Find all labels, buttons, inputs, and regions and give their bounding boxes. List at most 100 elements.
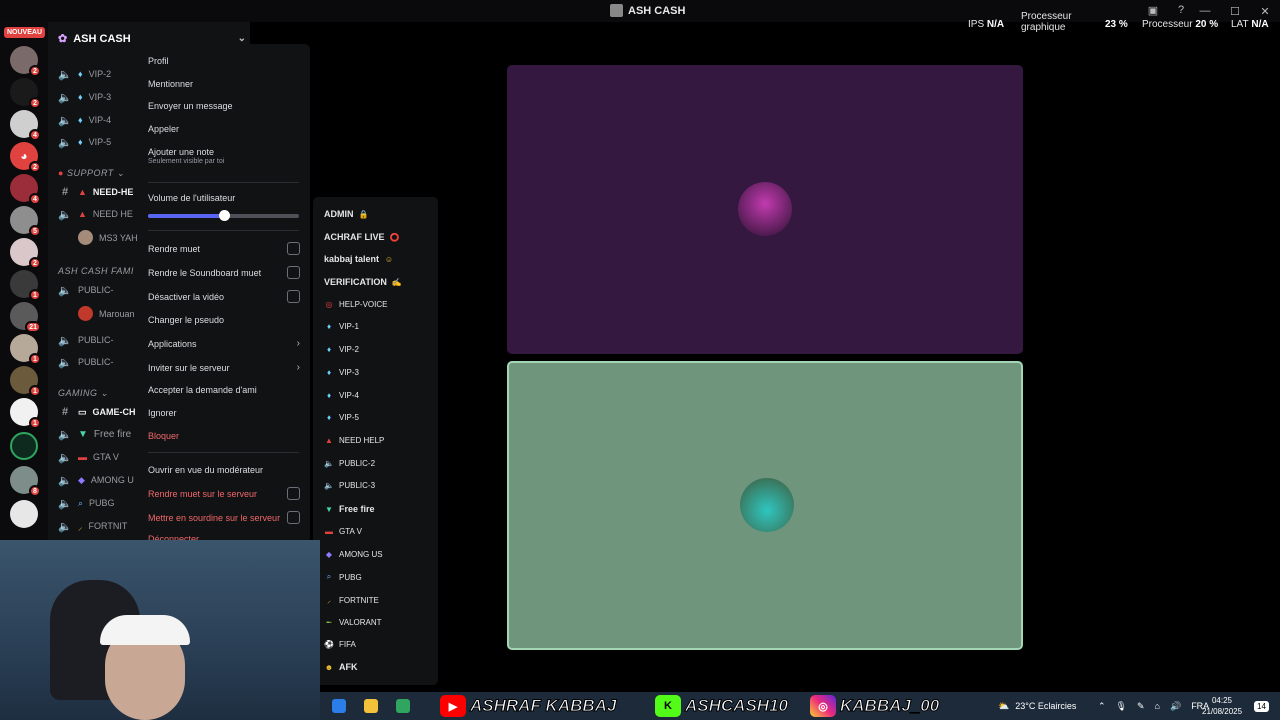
- channel-need-help-voice[interactable]: 🔈 ▲ NEED HE: [58, 205, 133, 223]
- channel-vip-4[interactable]: 🔈 ♦ VIP-4: [58, 111, 111, 129]
- server-icon[interactable]: 2: [10, 238, 41, 269]
- server-mute-checkbox[interactable]: [287, 487, 300, 500]
- move-channel-option[interactable]: ◎ HELP-VOICE: [324, 300, 388, 309]
- weather-widget[interactable]: ⛅ 23°C Eclaircies: [998, 692, 1076, 720]
- pen-icon[interactable]: ✎: [1137, 701, 1145, 712]
- voice-member[interactable]: MS3 YAH: [78, 230, 138, 245]
- volume-icon[interactable]: 🔊: [1170, 701, 1181, 712]
- channel-gta[interactable]: 🔈 ▬ GTA V: [58, 448, 119, 466]
- move-channel-option[interactable]: 🔈 PUBLIC-2: [324, 459, 375, 468]
- server-icon[interactable]: 2: [10, 78, 41, 109]
- menu-mention[interactable]: Mentionner: [148, 79, 300, 89]
- server-icon[interactable]: [10, 432, 38, 460]
- discord-server-icon[interactable]: ◕ 2: [10, 142, 41, 173]
- taskbar-clock[interactable]: 04:25 21/08/2025: [1202, 695, 1242, 717]
- move-channel-option[interactable]: ▲ NEED HELP: [324, 436, 384, 445]
- server-icon[interactable]: 4: [10, 174, 41, 205]
- channel-public-1[interactable]: 🔈 PUBLIC-: [58, 281, 113, 299]
- move-channel-option[interactable]: kabbaj talent ☺: [324, 254, 394, 264]
- server-icon[interactable]: 4: [10, 110, 41, 141]
- menu-change-nickname[interactable]: Changer le pseudo: [148, 315, 300, 325]
- move-channel-option[interactable]: ♦ VIP-1: [324, 322, 359, 331]
- move-channel-option[interactable]: ♦ VIP-4: [324, 391, 359, 400]
- disable-video-checkbox[interactable]: [287, 290, 300, 303]
- menu-profile[interactable]: Profil: [148, 56, 300, 66]
- video-tile-speaking[interactable]: [507, 361, 1023, 650]
- server-icon[interactable]: 21: [10, 302, 41, 333]
- channel-vip-3[interactable]: 🔈 ♦ VIP-3: [58, 88, 111, 106]
- menu-ignore[interactable]: Ignorer: [148, 408, 300, 418]
- mute-soundboard-checkbox[interactable]: [287, 266, 300, 279]
- move-channel-option[interactable]: 🔈 PUBLIC-3: [324, 481, 375, 490]
- move-channel-option[interactable]: ▼ Free fire: [324, 504, 375, 514]
- server-icon[interactable]: 2: [10, 46, 41, 77]
- volume-knob[interactable]: [218, 210, 230, 221]
- category-gaming[interactable]: GAMING ⌄: [58, 388, 109, 399]
- server-icon[interactable]: 5: [10, 206, 41, 237]
- xbox-icon[interactable]: [396, 699, 410, 713]
- channel-vip-5[interactable]: 🔈 ♦ VIP-5: [58, 133, 111, 151]
- menu-mute[interactable]: Rendre muet: [148, 242, 300, 255]
- channel-vip-2[interactable]: 🔈 ♦ VIP-2: [58, 65, 111, 83]
- move-channel-option[interactable]: ♦ VIP-5: [324, 413, 359, 422]
- move-channel-option[interactable]: ◆ AMONG US: [324, 550, 383, 559]
- menu-accept-friend[interactable]: Accepter la demande d'ami: [148, 385, 300, 395]
- menu-block[interactable]: Bloquer: [148, 431, 300, 441]
- menu-invite-to-server[interactable]: Inviter sur le serveur ›: [148, 362, 300, 373]
- move-channel-option[interactable]: ╾ VALORANT: [324, 618, 382, 627]
- video-tile[interactable]: [507, 65, 1023, 354]
- server-icon[interactable]: 8: [10, 466, 41, 497]
- menu-applications[interactable]: Applications ›: [148, 338, 300, 349]
- folder-icon[interactable]: [364, 699, 378, 713]
- server-icon[interactable]: 1: [10, 366, 41, 397]
- move-channel-option[interactable]: ☻ AFK: [324, 662, 358, 672]
- move-channel-option[interactable]: ▬ GTA V: [324, 527, 362, 536]
- help-icon[interactable]: ?: [1174, 3, 1188, 17]
- menu-send-message[interactable]: Envoyer un message: [148, 101, 300, 111]
- menu-server-mute[interactable]: Rendre muet sur le serveur: [148, 487, 300, 500]
- channel-public-2[interactable]: 🔈 PUBLIC-: [58, 331, 113, 349]
- channel-free-fire[interactable]: 🔈 ▼ Free fire: [58, 425, 131, 443]
- move-channel-option[interactable]: ♦ VIP-3: [324, 368, 359, 377]
- move-channel-option[interactable]: ⌕ PUBG: [324, 572, 362, 582]
- channel-public-3[interactable]: 🔈 PUBLIC-: [58, 353, 113, 371]
- server-deafen-checkbox[interactable]: [287, 511, 300, 524]
- move-channel-option[interactable]: ACHRAF LIVE ⭕: [324, 232, 400, 242]
- server-icon[interactable]: 1: [10, 398, 41, 429]
- edge-icon[interactable]: [332, 699, 346, 713]
- channel-game-chat[interactable]: # ▭ GAME-CH: [58, 403, 136, 421]
- streamer-cap: [100, 615, 190, 645]
- channel-pubg[interactable]: 🔈 ⌕ PUBG: [58, 494, 114, 512]
- move-channel-option[interactable]: VERIFICATION ✍: [324, 277, 402, 287]
- category-family[interactable]: ASH CASH FAMI: [58, 266, 134, 276]
- menu-disable-video[interactable]: Désactiver la vidéo: [148, 290, 300, 303]
- speaker-icon: 🔈: [58, 208, 72, 221]
- move-channel-option[interactable]: ♦ VIP-2: [324, 345, 359, 354]
- move-channel-option[interactable]: ⸝ FORTNITE: [324, 595, 379, 606]
- volume-fill: [148, 214, 224, 218]
- menu-server-deafen[interactable]: Mettre en sourdine sur le serveur: [148, 511, 300, 524]
- menu-moderator-view[interactable]: Ouvrir en vue du modérateur: [148, 465, 300, 475]
- move-channel-option[interactable]: ⚽ FIFA: [324, 640, 356, 649]
- server-icon[interactable]: 1: [10, 270, 41, 301]
- move-channel-option[interactable]: ADMIN 🔒: [324, 209, 369, 219]
- cpu-stat: Processeur 20 %: [1142, 19, 1219, 30]
- category-support[interactable]: ● SUPPORT ⌄: [58, 168, 125, 179]
- channel-fortnite[interactable]: 🔈 ⸝ FORTNIT: [58, 517, 127, 535]
- menu-call[interactable]: Appeler: [148, 124, 300, 134]
- channel-among-us[interactable]: 🔈 ◆ AMONG U: [58, 471, 134, 489]
- network-icon[interactable]: ⌂: [1155, 701, 1160, 711]
- mute-checkbox[interactable]: [287, 242, 300, 255]
- server-icon[interactable]: 1: [10, 334, 41, 365]
- chevron-up-icon[interactable]: ⌃: [1098, 701, 1106, 712]
- channel-need-help-text[interactable]: # ▲ NEED-HE: [58, 183, 134, 201]
- server-icon[interactable]: [10, 500, 38, 528]
- notification-center[interactable]: 14: [1254, 692, 1269, 720]
- mention-badge: 1: [29, 289, 41, 301]
- menu-add-note[interactable]: Ajouter une note Seulement visible par t…: [148, 147, 300, 167]
- voice-member[interactable]: Marouan: [78, 306, 135, 321]
- inbox-icon[interactable]: ▣: [1146, 3, 1160, 17]
- user-volume-slider[interactable]: [148, 210, 299, 221]
- menu-mute-soundboard[interactable]: Rendre le Soundboard muet: [148, 266, 300, 279]
- microphone-icon[interactable]: 🎙: [1116, 701, 1127, 712]
